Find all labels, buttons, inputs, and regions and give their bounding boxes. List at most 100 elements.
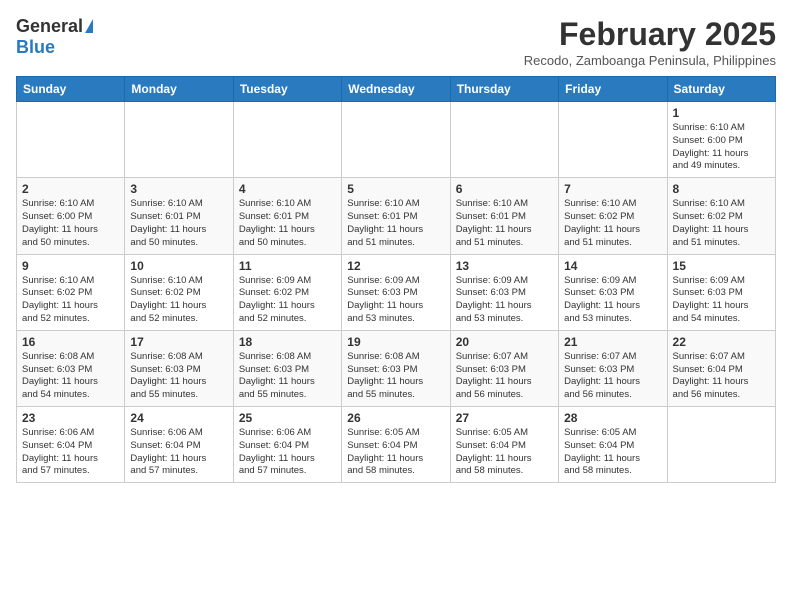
calendar-cell: 12Sunrise: 6:09 AM Sunset: 6:03 PM Dayli… bbox=[342, 254, 450, 330]
calendar-week-row: 23 Sunrise: 6:06 AM Sunset: 6:04 PM Dayli… bbox=[17, 407, 776, 483]
day-number: 1 bbox=[673, 106, 770, 120]
day-info: Sunrise: 6:10 AM Sunset: 6:01 PM Dayligh… bbox=[239, 198, 336, 249]
calendar-cell bbox=[667, 407, 775, 483]
day-info: Sunrise: 6:09 AM Sunset: 6:03 PM Dayligh… bbox=[456, 275, 553, 326]
calendar-cell: 9 Sunrise: 6:10 AM Sunset: 6:02 PM Daylig… bbox=[17, 254, 125, 330]
day-number: 22 bbox=[673, 335, 770, 349]
calendar-header-friday: Friday bbox=[559, 77, 667, 102]
day-number: 8 bbox=[673, 182, 770, 196]
day-number: 20 bbox=[456, 335, 553, 349]
day-info: Sunrise: 6:08 AM Sunset: 6:03 PM Dayligh… bbox=[22, 351, 119, 402]
day-number: 7 bbox=[564, 182, 661, 196]
day-number: 14 bbox=[564, 259, 661, 273]
calendar-cell: 21Sunrise: 6:07 AM Sunset: 6:03 PM Dayli… bbox=[559, 330, 667, 406]
calendar-header-wednesday: Wednesday bbox=[342, 77, 450, 102]
day-info: Sunrise: 6:10 AM Sunset: 6:00 PM Dayligh… bbox=[22, 198, 119, 249]
day-number: 11 bbox=[239, 259, 336, 273]
day-info: Sunrise: 6:09 AM Sunset: 6:03 PM Dayligh… bbox=[673, 275, 770, 326]
calendar-cell: 5 Sunrise: 6:10 AM Sunset: 6:01 PM Daylig… bbox=[342, 178, 450, 254]
day-info: Sunrise: 6:10 AM Sunset: 6:02 PM Dayligh… bbox=[564, 198, 661, 249]
day-number: 19 bbox=[347, 335, 444, 349]
day-number: 2 bbox=[22, 182, 119, 196]
day-info: Sunrise: 6:10 AM Sunset: 6:01 PM Dayligh… bbox=[456, 198, 553, 249]
day-number: 10 bbox=[130, 259, 227, 273]
day-number: 24 bbox=[130, 411, 227, 425]
calendar-week-row: 2 Sunrise: 6:10 AM Sunset: 6:00 PM Daylig… bbox=[17, 178, 776, 254]
day-info: Sunrise: 6:08 AM Sunset: 6:03 PM Dayligh… bbox=[347, 351, 444, 402]
calendar-cell: 6Sunrise: 6:10 AM Sunset: 6:01 PM Daylig… bbox=[450, 178, 558, 254]
day-number: 15 bbox=[673, 259, 770, 273]
calendar-header-saturday: Saturday bbox=[667, 77, 775, 102]
logo-blue-text: Blue bbox=[16, 37, 55, 58]
day-number: 5 bbox=[347, 182, 444, 196]
month-title: February 2025 bbox=[524, 16, 776, 53]
calendar-cell: 18Sunrise: 6:08 AM Sunset: 6:03 PM Dayli… bbox=[233, 330, 341, 406]
day-number: 25 bbox=[239, 411, 336, 425]
day-info: Sunrise: 6:10 AM Sunset: 6:01 PM Dayligh… bbox=[347, 198, 444, 249]
calendar-cell: 2 Sunrise: 6:10 AM Sunset: 6:00 PM Daylig… bbox=[17, 178, 125, 254]
calendar-header-tuesday: Tuesday bbox=[233, 77, 341, 102]
day-number: 13 bbox=[456, 259, 553, 273]
calendar-cell bbox=[342, 102, 450, 178]
calendar-week-row: 16Sunrise: 6:08 AM Sunset: 6:03 PM Dayli… bbox=[17, 330, 776, 406]
calendar-week-row: 1 Sunrise: 6:10 AM Sunset: 6:00 PM Daylig… bbox=[17, 102, 776, 178]
calendar-cell bbox=[450, 102, 558, 178]
day-info: Sunrise: 6:10 AM Sunset: 6:02 PM Dayligh… bbox=[673, 198, 770, 249]
calendar-header-thursday: Thursday bbox=[450, 77, 558, 102]
calendar-cell: 13 Sunrise: 6:09 AM Sunset: 6:03 PM Dayli… bbox=[450, 254, 558, 330]
day-info: Sunrise: 6:09 AM Sunset: 6:03 PM Dayligh… bbox=[564, 275, 661, 326]
day-number: 28 bbox=[564, 411, 661, 425]
title-area: February 2025 Recodo, Zamboanga Peninsul… bbox=[524, 16, 776, 68]
day-info: Sunrise: 6:05 AM Sunset: 6:04 PM Dayligh… bbox=[347, 427, 444, 478]
logo-triangle-icon bbox=[85, 19, 93, 33]
day-info: Sunrise: 6:10 AM Sunset: 6:01 PM Dayligh… bbox=[130, 198, 227, 249]
calendar-cell bbox=[17, 102, 125, 178]
calendar-cell: 17Sunrise: 6:08 AM Sunset: 6:03 PM Dayli… bbox=[125, 330, 233, 406]
day-info: Sunrise: 6:06 AM Sunset: 6:04 PM Dayligh… bbox=[239, 427, 336, 478]
logo-general-text: General bbox=[16, 16, 83, 37]
calendar-cell: 20 Sunrise: 6:07 AM Sunset: 6:03 PM Dayli… bbox=[450, 330, 558, 406]
day-info: Sunrise: 6:07 AM Sunset: 6:03 PM Dayligh… bbox=[456, 351, 553, 402]
calendar-table: SundayMondayTuesdayWednesdayThursdayFrid… bbox=[16, 76, 776, 483]
day-info: Sunrise: 6:06 AM Sunset: 6:04 PM Dayligh… bbox=[130, 427, 227, 478]
day-info: Sunrise: 6:10 AM Sunset: 6:02 PM Dayligh… bbox=[130, 275, 227, 326]
day-number: 21 bbox=[564, 335, 661, 349]
location-subtitle: Recodo, Zamboanga Peninsula, Philippines bbox=[524, 53, 776, 68]
day-number: 12 bbox=[347, 259, 444, 273]
calendar-cell: 19 Sunrise: 6:08 AM Sunset: 6:03 PM Dayli… bbox=[342, 330, 450, 406]
day-number: 23 bbox=[22, 411, 119, 425]
calendar-cell: 7 Sunrise: 6:10 AM Sunset: 6:02 PM Daylig… bbox=[559, 178, 667, 254]
calendar-cell: 28 Sunrise: 6:05 AM Sunset: 6:04 PM Dayli… bbox=[559, 407, 667, 483]
calendar-cell: 16Sunrise: 6:08 AM Sunset: 6:03 PM Dayli… bbox=[17, 330, 125, 406]
day-number: 9 bbox=[22, 259, 119, 273]
calendar-cell bbox=[559, 102, 667, 178]
calendar-cell: 23 Sunrise: 6:06 AM Sunset: 6:04 PM Dayli… bbox=[17, 407, 125, 483]
calendar-header-sunday: Sunday bbox=[17, 77, 125, 102]
calendar-cell: 3 Sunrise: 6:10 AM Sunset: 6:01 PM Daylig… bbox=[125, 178, 233, 254]
calendar-header-monday: Monday bbox=[125, 77, 233, 102]
logo: General Blue bbox=[16, 16, 93, 58]
calendar-cell: 4 Sunrise: 6:10 AM Sunset: 6:01 PM Daylig… bbox=[233, 178, 341, 254]
page-header: General Blue February 2025 Recodo, Zambo… bbox=[16, 16, 776, 68]
day-info: Sunrise: 6:05 AM Sunset: 6:04 PM Dayligh… bbox=[456, 427, 553, 478]
day-info: Sunrise: 6:08 AM Sunset: 6:03 PM Dayligh… bbox=[239, 351, 336, 402]
calendar-week-row: 9 Sunrise: 6:10 AM Sunset: 6:02 PM Daylig… bbox=[17, 254, 776, 330]
day-info: Sunrise: 6:07 AM Sunset: 6:04 PM Dayligh… bbox=[673, 351, 770, 402]
calendar-cell: 22 Sunrise: 6:07 AM Sunset: 6:04 PM Dayli… bbox=[667, 330, 775, 406]
calendar-cell bbox=[233, 102, 341, 178]
calendar-cell: 24 Sunrise: 6:06 AM Sunset: 6:04 PM Dayli… bbox=[125, 407, 233, 483]
day-number: 3 bbox=[130, 182, 227, 196]
calendar-cell: 10 Sunrise: 6:10 AM Sunset: 6:02 PM Dayli… bbox=[125, 254, 233, 330]
day-number: 17 bbox=[130, 335, 227, 349]
day-info: Sunrise: 6:10 AM Sunset: 6:02 PM Dayligh… bbox=[22, 275, 119, 326]
day-number: 4 bbox=[239, 182, 336, 196]
calendar-cell bbox=[125, 102, 233, 178]
day-info: Sunrise: 6:06 AM Sunset: 6:04 PM Dayligh… bbox=[22, 427, 119, 478]
calendar-cell: 27Sunrise: 6:05 AM Sunset: 6:04 PM Dayli… bbox=[450, 407, 558, 483]
calendar-cell: 11Sunrise: 6:09 AM Sunset: 6:02 PM Dayli… bbox=[233, 254, 341, 330]
day-info: Sunrise: 6:10 AM Sunset: 6:00 PM Dayligh… bbox=[673, 122, 770, 173]
day-info: Sunrise: 6:05 AM Sunset: 6:04 PM Dayligh… bbox=[564, 427, 661, 478]
calendar-cell: 15 Sunrise: 6:09 AM Sunset: 6:03 PM Dayli… bbox=[667, 254, 775, 330]
day-number: 26 bbox=[347, 411, 444, 425]
calendar-header-row: SundayMondayTuesdayWednesdayThursdayFrid… bbox=[17, 77, 776, 102]
